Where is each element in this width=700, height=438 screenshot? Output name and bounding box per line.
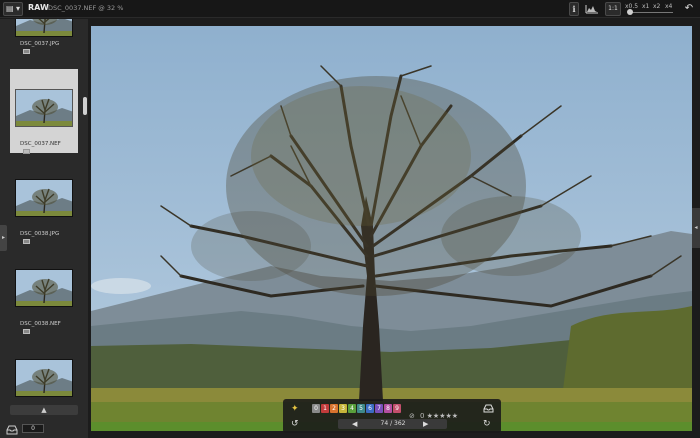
label-8[interactable]: 8 [384, 404, 392, 413]
thumbnail-image [15, 179, 73, 217]
left-panel-toggle[interactable]: ▸ [0, 225, 7, 251]
zoom-label: x1 [642, 3, 650, 10]
label-0[interactable]: 0 [312, 404, 320, 413]
zoom-mode-button[interactable]: 1:1 [605, 2, 621, 16]
label-1[interactable]: 1 [321, 404, 329, 413]
photo-image [91, 26, 692, 431]
pin-icon[interactable]: ✦ [291, 404, 299, 414]
zoom-label: x2 [653, 3, 661, 10]
zoom-knob[interactable] [627, 9, 633, 15]
thumbnail-item[interactable]: DSC_0038.JPG [10, 169, 78, 253]
rotate-right-icon[interactable]: ↻ [483, 419, 491, 429]
undo-button[interactable]: ↶ [682, 2, 696, 16]
image-navigator: ◀ 74 / 362 ▶ [338, 419, 447, 429]
previous-image-button[interactable]: ◀ [352, 419, 357, 429]
thumbnail-item[interactable]: DSC_0037.JPG [10, 19, 78, 73]
right-panel-toggle[interactable]: ◂ [692, 208, 700, 248]
thumbnail-image [15, 359, 73, 397]
filmstrip-collapse-button[interactable]: ▲ [10, 405, 78, 415]
zoom-track[interactable] [629, 12, 673, 13]
thumbnail-name: DSC_0038.NEF [20, 321, 61, 327]
thumbnail-name: DSC_0037.NEF [20, 141, 61, 147]
file-type-icon [23, 149, 30, 154]
thumbnail-item[interactable]: DSC_0038.NEF [10, 259, 78, 343]
image-viewer[interactable] [91, 26, 692, 431]
tray-icon[interactable] [6, 423, 18, 435]
histogram-icon[interactable] [585, 2, 599, 16]
raw-label: RAW [28, 3, 49, 12]
selection-count-field[interactable]: 0 [22, 424, 44, 433]
filmstrip-scrollbar[interactable] [83, 97, 87, 115]
tray-icon[interactable] [483, 403, 494, 416]
thumbnail-name: DSC_0038.JPG [20, 231, 60, 237]
file-type-icon [23, 49, 30, 54]
file-type-icon [23, 239, 30, 244]
menu-button[interactable]: ▤ ▾ [3, 2, 23, 16]
viewer-app: ▤ ▾ RAW DSC_0037.NEF @ 32 % i 1:1 x0.5 x… [0, 0, 700, 438]
label-6[interactable]: 6 [366, 404, 374, 413]
label-4[interactable]: 4 [348, 404, 356, 413]
star-rating[interactable]: ⊘ 0 ★★★★★ [409, 403, 459, 420]
next-image-button[interactable]: ▶ [423, 419, 428, 429]
image-control-panel: ✦ 0 1 2 3 4 5 6 7 8 9 ⊘ 0 ★★★★★ ↺ ◀ 74 /… [283, 399, 501, 433]
thumbnail-image [15, 269, 73, 307]
label-5[interactable]: 5 [357, 404, 365, 413]
rotate-left-icon[interactable]: ↺ [291, 419, 299, 429]
image-position: 74 / 362 [380, 420, 406, 427]
label-3[interactable]: 3 [339, 404, 347, 413]
info-button[interactable]: i [569, 2, 579, 16]
filmstrip-sidebar: DSC_0037.JPG DSC_0037.NEF DSC_0038.JPG D… [0, 19, 88, 438]
thumbnail-image [15, 19, 73, 37]
file-title: DSC_0037.NEF @ 32 % [48, 4, 124, 12]
zoom-label: x4 [665, 3, 673, 10]
label-7[interactable]: 7 [375, 404, 383, 413]
thumbnail-item[interactable] [10, 349, 78, 403]
zoom-slider[interactable]: x0.5 x1 x2 x4 [625, 2, 677, 16]
sidebar-footer: 0 [0, 419, 88, 438]
thumbnail-image [15, 89, 73, 127]
label-2[interactable]: 2 [330, 404, 338, 413]
filmstrip[interactable]: DSC_0037.JPG DSC_0037.NEF DSC_0038.JPG D… [0, 19, 82, 403]
thumbnail-name: DSC_0037.JPG [20, 41, 60, 47]
top-toolbar: ▤ ▾ RAW DSC_0037.NEF @ 32 % i 1:1 x0.5 x… [0, 0, 700, 18]
thumbnail-item-selected[interactable]: DSC_0037.NEF [10, 69, 78, 154]
file-type-icon [23, 329, 30, 334]
label-9[interactable]: 9 [393, 404, 401, 413]
